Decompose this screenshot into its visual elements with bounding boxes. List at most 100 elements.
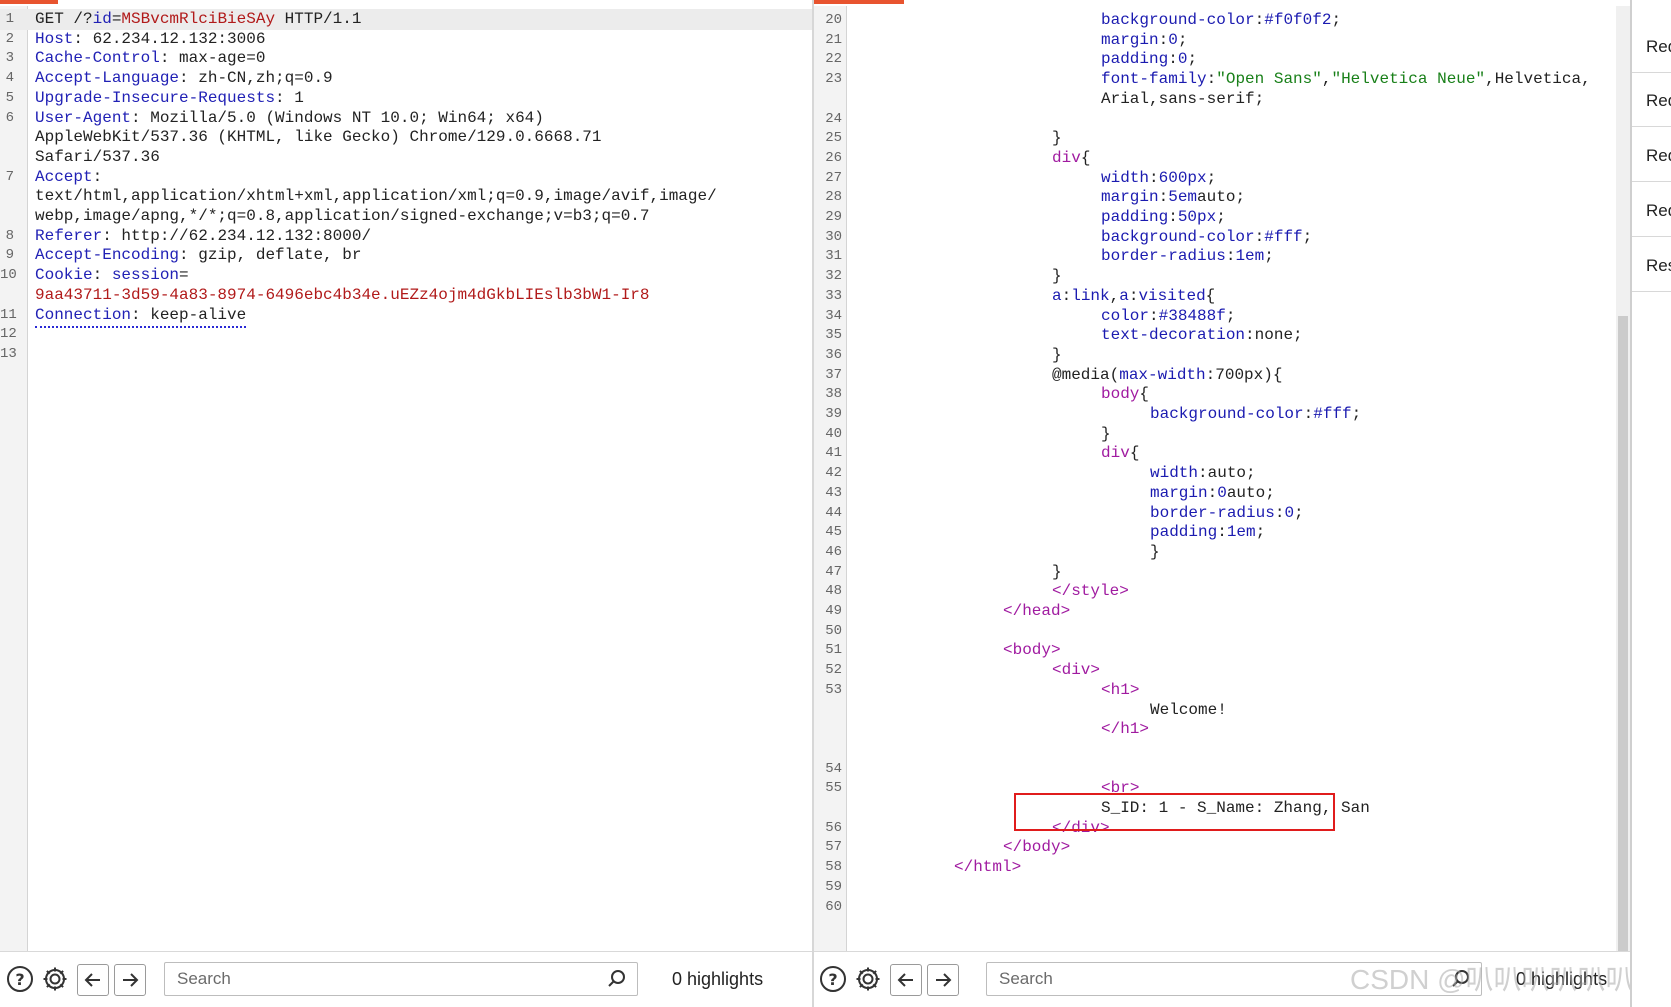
code-token: </body [1003,838,1061,857]
response-search-input[interactable] [997,967,1397,991]
code-token: ; [1187,50,1198,69]
arrow-right-icon [936,973,952,987]
code-line: 21 margin:0; [814,30,1630,51]
code-token: ; [1177,30,1188,49]
back-button[interactable] [77,964,109,996]
response-scroll-thumb[interactable] [1618,316,1628,952]
code-text: Cookie: session= [35,265,189,286]
response-editor[interactable]: 20 background-color:#f0f0f2; 21 margin:0; 22… [814,6,1630,952]
code-text: text-decoration:none; [1101,325,1303,346]
code-line: 47} [814,562,1630,583]
code-token: 1em [1235,247,1265,266]
request-search-input[interactable] [175,967,557,991]
code-token: : keep-alive [131,305,247,324]
line-number: 56 [825,819,842,836]
code-token: Welcome! [1150,700,1227,719]
line-number: 22 [825,51,842,68]
line-number: 33 [825,287,842,304]
code-text: width:auto; [1150,463,1256,484]
response-pane: 20 background-color:#f0f0f2; 21 margin:0; 22… [814,0,1630,1007]
code-token: padding [1150,523,1218,542]
arrow-left-icon [84,973,100,987]
code-token: ; [1302,227,1313,246]
code-token: , [1109,286,1120,305]
code-token: : http://62.234.12.132:8000/ [102,226,372,245]
back-button[interactable] [890,964,922,996]
code-token: session [111,266,180,285]
code-line: 1 GET /?id=MSBvcmRlciBieSAy HTTP/1.1 [0,9,812,30]
code-token: "Open Sans" [1216,70,1322,89]
code-token: > [1051,641,1061,660]
code-token: id [92,10,112,28]
code-line: 34 color:#38488f; [814,306,1630,327]
side-tab-request-3[interactable]: Req [1632,130,1671,182]
line-number: 29 [825,209,842,225]
line-number: 41 [825,445,842,462]
line-number: 43 [825,484,842,501]
side-tab-response[interactable]: Res [1632,240,1671,292]
code-token: : [92,266,112,285]
code-line: 27 width:600px; [814,168,1630,189]
code-token: Accept [35,167,93,186]
code-token: ; [1351,405,1362,423]
code-token: : [1168,50,1178,69]
code-text: </body> [1003,837,1070,858]
code-token: Accept-Encoding [35,246,180,265]
code-text: <body> [1003,640,1061,661]
side-tab-request-2[interactable]: Req [1632,75,1671,127]
request-pane: 1 GET /?id=MSBvcmRlciBieSAy HTTP/1.1 2 Host… [0,0,814,1007]
code-line: 35 text-decoration:none; [814,325,1630,346]
code-token: padding [1101,208,1169,226]
side-tab-request-4[interactable]: Req [1632,185,1671,237]
forward-button[interactable] [114,964,146,996]
line-number: 53 [825,681,842,698]
code-line: 8 Referer: http://62.234.12.132:8000/ [0,226,812,247]
line-number: 57 [825,839,842,856]
side-tab-request-1[interactable]: Req [1632,21,1671,73]
line-number: 49 [825,603,842,619]
forward-button[interactable] [927,964,959,996]
line-number: 46 [825,543,842,560]
code-text: } [1101,424,1111,445]
code-line: 57 </body> [814,837,1630,858]
request-editor[interactable]: 1 GET /?id=MSBvcmRlciBieSAy HTTP/1.1 2 Host… [0,6,812,952]
line-number: 39 [825,406,842,422]
search-icon[interactable] [607,969,627,989]
code-token: GET /? [35,10,93,28]
code-token: width [1150,464,1199,483]
code-text: padding:1em; [1150,522,1265,543]
code-line: Safari/537.36 [0,147,812,168]
code-token: Accept-Language [35,69,180,88]
code-token: > [1119,582,1129,601]
code-line: 13 [0,344,812,365]
code-token: ; [1264,247,1274,266]
code-text: GET /?id=MSBvcmRlciBieSAy HTTP/1.1 [35,9,361,30]
line-number: 44 [825,504,842,521]
code-token: max-width [1119,365,1206,384]
code-token: : 62.234.12.132:3006 [73,29,266,48]
code-text: 9aa43711-3d59-4a83-8974-6496ebc4b34e.uEZ… [35,285,650,306]
code-token: : 1 [275,88,304,107]
line-number: 48 [825,583,842,600]
code-token: { [1205,286,1216,305]
code-line: </h1> [814,719,1630,740]
line-number: 42 [825,465,842,482]
gear-icon[interactable] [853,964,883,994]
help-icon[interactable]: ? [818,964,848,994]
code-line: 40} [814,424,1630,445]
help-icon[interactable]: ? [5,964,35,994]
request-search-box[interactable] [164,962,638,996]
code-text: text/html,application/xhtml+xml,applicat… [35,186,717,207]
code-line: 51 <body> [814,640,1630,661]
code-line: 29 padding:50px; [814,207,1630,228]
code-token: 5em [1168,188,1198,207]
response-scrollbar[interactable] [1616,6,1630,952]
code-line: 52 <div> [814,660,1630,681]
code-token: { [1139,385,1150,404]
code-text: margin:0auto; [1150,483,1275,504]
code-text: background-color:#fff; [1150,404,1361,425]
code-line: 11 Connection: keep-alive [0,305,812,328]
code-token: </head [1003,602,1061,620]
gear-icon[interactable] [40,964,70,994]
code-line: 49 </head> [814,601,1630,622]
